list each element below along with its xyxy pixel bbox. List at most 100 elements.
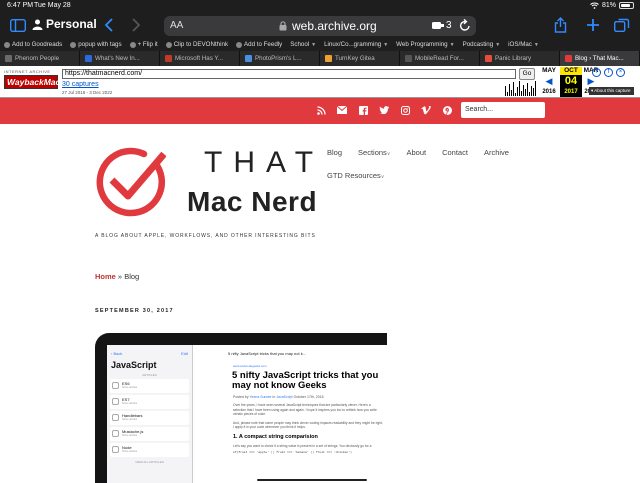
nav-blog[interactable]: Blog	[327, 148, 342, 157]
tab-item[interactable]: Phenom People	[0, 51, 80, 66]
lock-icon	[279, 21, 287, 31]
chevron-down-icon: ▼	[495, 41, 501, 48]
rss-icon[interactable]	[316, 105, 326, 115]
favorites-bar: Add to Goodreads popup with tags + Flip …	[0, 38, 640, 51]
sidebar-icon[interactable]	[10, 16, 26, 34]
view-all-link: VIEW ALL ARTICLES	[135, 460, 164, 464]
article-paragraph: Let's say you want to check if a string …	[233, 443, 372, 448]
checkmark-logo-icon[interactable]	[94, 146, 166, 218]
breadcrumb: Home » Blog	[95, 272, 139, 281]
tab-overview-icon[interactable]	[614, 16, 630, 34]
share-icon[interactable]: f	[604, 68, 613, 77]
article-page-title: 5 nifty JavaScript tricks that you may n…	[228, 351, 307, 356]
email-icon[interactable]	[337, 105, 347, 115]
twitter-icon[interactable]	[379, 105, 389, 115]
help-icon[interactable]: ?	[592, 68, 601, 77]
tab-item[interactable]: Panic Library	[480, 51, 560, 66]
article-subheading: 1. A compact string comparision	[233, 433, 318, 440]
back-link: ‹ Back	[111, 351, 123, 356]
status-time: 6:47 PM	[7, 2, 34, 9]
article-code: if(fruit === 'apple' || fruit === 'banan…	[233, 451, 352, 454]
bookmark-item[interactable]: + Flip it	[126, 41, 162, 48]
extensions-count: 3	[446, 20, 452, 31]
bookmark-item[interactable]: Add to Goodreads	[0, 41, 66, 48]
calendar-current: OCT 04 2017	[560, 67, 582, 97]
article-list-pane: ‹ Back Edit JavaScript ARTICLES ES6 Some …	[107, 345, 193, 483]
post-date: SEPTEMBER 30, 2017	[95, 308, 174, 314]
nav-sections[interactable]: Sections∨	[358, 148, 390, 157]
main-nav: Blog Sections∨ About Contact Archive GTD…	[327, 148, 509, 180]
pinterest-icon[interactable]	[442, 105, 452, 115]
edit-link: Edit	[181, 351, 188, 356]
back-icon[interactable]	[104, 16, 114, 34]
facebook-icon[interactable]	[358, 105, 368, 115]
tab-item-active[interactable]: Blog › That Mac...	[560, 51, 640, 66]
tab-favicon-icon	[485, 55, 492, 62]
nav-gtd-resources[interactable]: GTD Resources∨	[327, 171, 384, 180]
captures-link[interactable]: 30 captures	[62, 81, 99, 88]
url-host: web.archive.org	[292, 19, 377, 33]
list-item: Mustache.js Some articles	[110, 427, 189, 441]
profile-switcher[interactable]: Personal	[32, 17, 97, 31]
chevron-down-icon: ▼	[533, 41, 539, 48]
tab-item[interactable]: Microsoft Has Y...	[160, 51, 240, 66]
site-tagline: A BLOG ABOUT APPLE, WORKFLOWS, AND OTHER…	[95, 233, 316, 239]
extension-icon	[432, 21, 444, 30]
bookmark-folder[interactable]: School ▼	[286, 41, 320, 48]
calendar-prev[interactable]: MAY ◀ 2016	[538, 67, 560, 97]
battery-icon	[619, 2, 634, 9]
vimeo-icon[interactable]	[421, 105, 431, 115]
nav-contact[interactable]: Contact	[442, 148, 468, 157]
list-item: Node Some articles	[110, 443, 189, 457]
bookmark-item[interactable]: Clip to DEVONthink	[162, 41, 232, 48]
bookmark-folder[interactable]: Web Programming ▼	[392, 41, 458, 48]
captures-sparkline[interactable]	[505, 80, 538, 96]
social-links	[316, 105, 452, 115]
bookmark-folder[interactable]: Linux/Co...gramming ▼	[320, 41, 392, 48]
instagram-icon[interactable]	[400, 105, 410, 115]
bookmark-folder[interactable]: iOS/Mac ▼	[504, 41, 543, 48]
nav-archive[interactable]: Archive	[484, 148, 509, 157]
close-icon[interactable]: ×	[616, 68, 625, 77]
bookmark-item[interactable]: popup with tags	[66, 41, 125, 48]
logo-word-that: THAT	[204, 146, 325, 179]
reload-icon[interactable]	[459, 19, 471, 32]
home-indicator	[257, 479, 367, 481]
profile-name: Personal	[46, 17, 97, 31]
wayback-go-button[interactable]: Go	[519, 68, 535, 80]
tab-item[interactable]: TurnKey Gitea	[320, 51, 400, 66]
post-featured-image[interactable]: ‹ Back Edit JavaScript ARTICLES ES6 Some …	[95, 333, 387, 483]
folder-icon	[112, 382, 119, 389]
reader-options-button[interactable]: AA	[170, 20, 183, 31]
extensions-button[interactable]: 3	[432, 20, 452, 31]
folder-icon	[112, 446, 119, 453]
bookmark-icon	[236, 41, 243, 48]
address-bar[interactable]: AA web.archive.org 3	[164, 16, 476, 36]
wayback-logo[interactable]: INTERNET ARCHIVE WaybackMachine	[4, 69, 78, 94]
wayback-url-input[interactable]: https://thatmacnerd.com/	[62, 69, 516, 79]
tab-item[interactable]: What's New In...	[80, 51, 160, 66]
list-caption: ARTICLES	[142, 373, 157, 377]
bookmark-item[interactable]: Add to Feedly	[232, 41, 286, 48]
list-item: ES7 Some articles	[110, 395, 189, 409]
tab-favicon-icon	[85, 55, 92, 62]
forward-icon[interactable]	[131, 16, 141, 34]
about-capture-button[interactable]: ▾ About this capture	[589, 87, 634, 95]
breadcrumb-separator: »	[115, 272, 125, 281]
article-pane: 5 nifty JavaScript tricks that you may n…	[194, 345, 387, 483]
bookmark-folder[interactable]: Podcasting ▼	[459, 41, 505, 48]
tab-item[interactable]: PhotoPrism's L...	[240, 51, 320, 66]
captures-range: 27 Jul 2016 - 3 Dec 2022	[62, 90, 113, 95]
chevron-down-icon: ∨	[380, 174, 385, 180]
site-search-input[interactable]: Search...	[461, 102, 545, 118]
folder-icon	[112, 414, 119, 421]
chevron-down-icon: ∨	[386, 151, 391, 157]
tab-favicon-icon	[405, 55, 412, 62]
article-headline: 5 nifty JavaScript tricks that you may n…	[232, 370, 379, 391]
status-bar: 6:47 PM Tue May 28 81%	[0, 0, 640, 12]
new-tab-icon[interactable]	[586, 16, 600, 34]
nav-about[interactable]: About	[406, 148, 426, 157]
breadcrumb-home[interactable]: Home	[95, 272, 116, 281]
tab-item[interactable]: MobileRead For...	[400, 51, 480, 66]
share-icon[interactable]	[554, 16, 567, 34]
